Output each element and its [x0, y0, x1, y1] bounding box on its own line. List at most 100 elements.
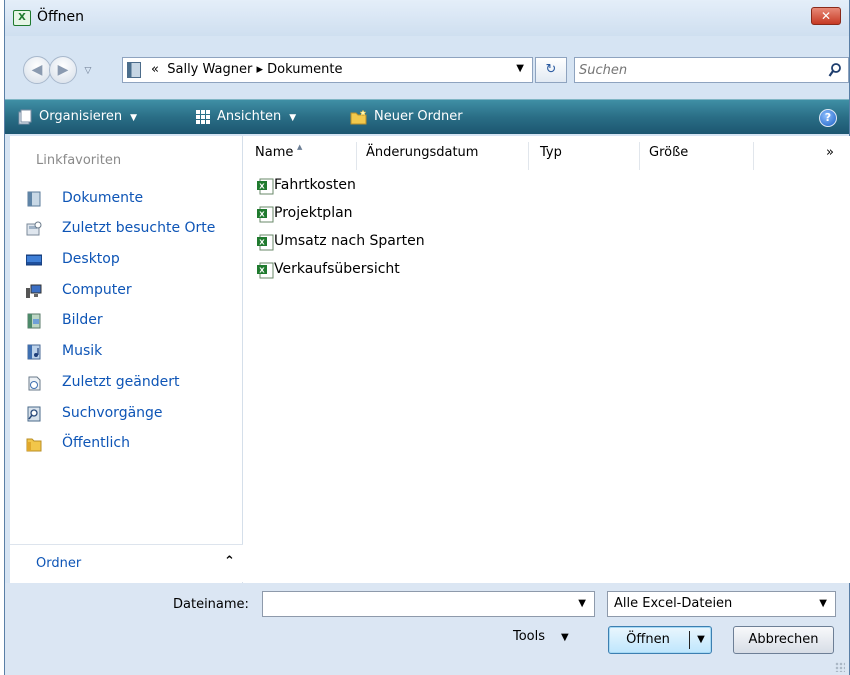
desktop-icon — [26, 254, 42, 266]
column-header-type[interactable]: Typ — [540, 145, 562, 167]
split-divider — [689, 631, 690, 649]
organize-button[interactable]: Organisieren ▼ — [17, 107, 137, 129]
favorite-links-heading: Linkfavoriten — [36, 153, 122, 168]
filename-input[interactable] — [267, 595, 557, 613]
address-dropdown-arrow[interactable]: ▼ — [516, 63, 524, 74]
file-type-value: Alle Excel-Dateien — [614, 596, 733, 611]
breadcrumb-separator[interactable]: ▸ — [256, 62, 263, 77]
sidebar-item-recent-places[interactable]: Zuletzt besuchte Orte — [26, 218, 236, 242]
forward-button[interactable]: ▶ — [49, 56, 77, 84]
sidebar-item-label: Computer — [62, 282, 132, 298]
sidebar-item-label: Suchvorgänge — [62, 405, 163, 421]
chevron-down-icon: ▼ — [561, 632, 569, 643]
file-list: ▲ Name Änderungsdatum Typ Größe » X Fahr… — [243, 136, 850, 583]
chevron-down-icon: ▼ — [819, 598, 827, 609]
sidebar-item-music[interactable]: Musik — [26, 341, 236, 365]
pictures-icon — [27, 313, 41, 329]
sidebar-item-searches[interactable]: Suchvorgänge — [26, 403, 236, 427]
excel-file-icon: X — [257, 178, 274, 195]
window-title: Öffnen — [37, 9, 85, 25]
file-name: Projektplan — [274, 205, 353, 221]
column-header-name[interactable]: ▲ Name — [255, 143, 302, 167]
breadcrumb-item-user[interactable]: Sally Wagner — [167, 62, 252, 77]
tools-label: Tools — [513, 629, 546, 644]
sidebar-item-label: Desktop — [62, 251, 120, 267]
open-button[interactable]: Öffnen ▼ — [608, 626, 712, 654]
sidebar-item-label: Öffentlich — [62, 435, 130, 451]
tools-button[interactable]: Tools ▼ — [513, 629, 569, 644]
back-button[interactable]: ◀ — [23, 56, 51, 84]
column-header-date[interactable]: Änderungsdatum — [366, 145, 478, 167]
search-input[interactable] — [579, 61, 809, 79]
file-row[interactable]: X Projektplan — [257, 203, 557, 227]
views-button[interactable]: Ansichten ▼ — [195, 107, 296, 129]
sidebar-item-pictures[interactable]: Bilder — [26, 310, 236, 334]
organize-icon — [18, 109, 32, 124]
column-divider[interactable] — [528, 142, 529, 170]
resize-grip[interactable] — [835, 662, 845, 672]
file-type-select[interactable]: Alle Excel-Dateien ▼ — [607, 591, 836, 617]
svg-text:X: X — [259, 211, 265, 219]
documents-icon — [27, 191, 41, 207]
svg-text:X: X — [259, 267, 265, 275]
chevron-up-icon: ⌃ — [224, 554, 235, 569]
folders-toggle[interactable]: Ordner ⌃ — [10, 544, 243, 582]
file-row[interactable]: X Umsatz nach Sparten — [257, 231, 557, 255]
sidebar-item-recently-changed[interactable]: Zuletzt geändert — [26, 372, 236, 396]
close-button[interactable]: ✕ — [811, 7, 841, 25]
filename-label: Dateiname: — [173, 597, 249, 612]
column-divider[interactable] — [356, 142, 357, 170]
sidebar-item-label: Zuletzt besuchte Orte — [62, 220, 216, 236]
sidebar-item-computer[interactable]: Computer — [26, 280, 236, 304]
chevron-down-icon: ▼ — [130, 113, 138, 123]
recent-places-icon — [26, 221, 42, 236]
organize-label: Organisieren — [39, 109, 123, 124]
sidebar-item-label: Musik — [62, 343, 103, 359]
column-divider[interactable] — [753, 142, 754, 170]
open-options-dropdown[interactable]: ▼ — [693, 627, 709, 653]
sidebar-item-label: Bilder — [62, 312, 103, 328]
music-icon — [27, 344, 41, 360]
refresh-button[interactable]: ↻ — [535, 57, 567, 83]
column-header-size[interactable]: Größe — [649, 145, 688, 167]
searches-icon — [27, 406, 41, 422]
breadcrumb-item-documents[interactable]: Dokumente — [267, 62, 342, 77]
refresh-icon: ↻ — [545, 62, 557, 77]
filename-combobox[interactable]: ▼ — [262, 591, 595, 617]
chevron-down-icon[interactable]: ▼ — [578, 598, 586, 609]
folders-label: Ordner — [36, 556, 82, 571]
help-icon[interactable]: ? — [819, 109, 837, 127]
breadcrumb-overflow[interactable]: « — [151, 62, 159, 77]
search-box[interactable] — [574, 57, 849, 83]
excel-file-icon: X — [257, 262, 274, 279]
file-name: Verkaufsübersicht — [274, 261, 400, 277]
cancel-button[interactable]: Abbrechen — [733, 626, 834, 654]
excel-icon: X — [13, 10, 31, 26]
views-icon — [196, 109, 210, 124]
title-bar: X Öffnen ✕ — [5, 0, 849, 36]
dialog-footer: Dateiname: ▼ Alle Excel-Dateien ▼ Tools ▼… — [5, 583, 849, 675]
svg-text:X: X — [259, 239, 265, 247]
address-bar[interactable]: « Sally Wagner ▸ Dokumente ▼ — [122, 57, 533, 83]
command-bar: Organisieren ▼ Ansichten ▼ Neuer Ordner ? — [5, 99, 849, 134]
public-folder-icon — [26, 438, 42, 452]
file-name: Fahrtkosten — [274, 177, 356, 193]
search-icon[interactable] — [828, 62, 842, 78]
sidebar-item-label: Dokumente — [62, 190, 144, 206]
sidebar-item-documents[interactable]: Dokumente — [26, 188, 236, 212]
open-dialog: X Öffnen ✕ ◀ ▶ ▽ « Sally Wagner ▸ Dokume… — [4, 0, 850, 675]
more-columns-button[interactable]: » — [826, 145, 834, 167]
file-name: Umsatz nach Sparten — [274, 233, 425, 249]
excel-file-icon: X — [257, 234, 274, 251]
column-divider[interactable] — [639, 142, 640, 170]
svg-text:X: X — [259, 183, 265, 191]
sidebar-item-label: Zuletzt geändert — [62, 374, 180, 390]
open-button-label: Öffnen — [626, 632, 670, 647]
recent-pages-dropdown[interactable]: ▽ — [81, 64, 95, 78]
new-folder-button[interactable]: Neuer Ordner — [350, 107, 463, 129]
views-label: Ansichten — [217, 109, 282, 124]
sidebar-item-public[interactable]: Öffentlich — [26, 433, 236, 457]
file-row[interactable]: X Verkaufsübersicht — [257, 259, 557, 283]
sidebar-item-desktop[interactable]: Desktop — [26, 249, 236, 273]
file-row[interactable]: X Fahrtkosten — [257, 175, 557, 199]
